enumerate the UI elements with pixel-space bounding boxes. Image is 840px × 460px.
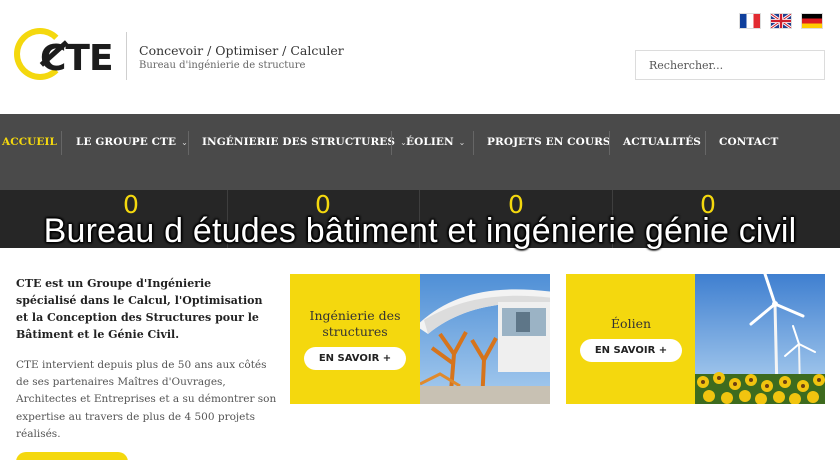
chevron-down-icon: ⌄: [458, 138, 466, 147]
nav-item-le-groupe-cte[interactable]: LE GROUPE CTE ⌄: [76, 136, 188, 148]
en-savoir-plus-button[interactable]: EN SAVOIR +: [304, 347, 406, 370]
header-divider: [126, 32, 127, 80]
card-title-line: Éolien: [610, 316, 652, 331]
flag-fr-icon[interactable]: [739, 13, 761, 29]
nav-separator: [473, 131, 474, 155]
card-eolien[interactable]: Éolien EN SAVOIR +: [566, 274, 825, 404]
nav-item-ingenierie-structures[interactable]: INGÉNIERIE DES STRUCTURES ⌄: [202, 136, 407, 148]
nav-separator: [705, 131, 706, 155]
nav-item-accueil[interactable]: ACCUEIL: [2, 136, 57, 148]
wind-turbines-photo: [695, 274, 825, 404]
en-savoir-plus-button[interactable]: EN SAVOIR +: [580, 339, 682, 362]
intro-lead: CTE est un Groupe d'Ingénierie spécialis…: [16, 277, 263, 341]
chevron-down-icon: ⌄: [181, 138, 188, 147]
card-title: Éolien: [576, 316, 686, 332]
flag-uk-icon[interactable]: [770, 13, 792, 29]
card-title-line: structures: [322, 324, 388, 339]
nav-item-label: INGÉNIERIE DES STRUCTURES: [202, 136, 396, 148]
flag-de-icon[interactable]: [801, 13, 823, 29]
nav-item-label: LE GROUPE CTE: [76, 136, 177, 148]
main-nav: ACCUEIL LE GROUPE CTE ⌄ INGÉNIERIE DES ST…: [0, 114, 840, 190]
language-switcher: [739, 13, 823, 29]
subtagline: Bureau d'ingénierie de structure: [139, 60, 306, 71]
nav-item-label: PROJETS EN COURS: [487, 136, 611, 148]
intro-body: CTE intervient depuis plus de 50 ans aux…: [16, 359, 277, 440]
nav-item-label: ACTUALITÉS: [623, 136, 701, 148]
card-title-line: Ingénierie des: [309, 308, 401, 323]
overlay-caption: Bureau d études bâtiment et ingénierie g…: [43, 212, 797, 250]
architecture-photo: [420, 274, 550, 404]
nav-separator: [188, 131, 189, 155]
nav-item-label: ÉOLIEN: [406, 136, 454, 148]
logo-text: CTE: [40, 38, 114, 79]
cte-logo[interactable]: CTE: [14, 26, 114, 86]
nav-separator: [61, 131, 62, 155]
nav-item-label: CONTACT: [719, 136, 779, 148]
nav-item-label: ACCUEIL: [2, 136, 58, 148]
card-ingenierie-structures[interactable]: Ingénierie des structures EN SAVOIR +: [290, 274, 550, 404]
more-button[interactable]: [16, 452, 128, 460]
nav-separator: [609, 131, 610, 155]
card-title: Ingénierie des structures: [300, 308, 410, 340]
search-input[interactable]: [635, 50, 825, 80]
nav-item-contact[interactable]: CONTACT: [719, 136, 778, 148]
nav-item-actualites[interactable]: ACTUALITÉS: [623, 136, 701, 148]
nav-separator: [391, 131, 392, 155]
site-header: CTE Concevoir / Optimiser / Calculer Bur…: [0, 0, 840, 114]
nav-item-eolien[interactable]: ÉOLIEN ⌄: [406, 136, 465, 148]
tagline: Concevoir / Optimiser / Calculer: [139, 43, 344, 58]
nav-item-projets-en-cours[interactable]: PROJETS EN COURS: [487, 136, 611, 148]
